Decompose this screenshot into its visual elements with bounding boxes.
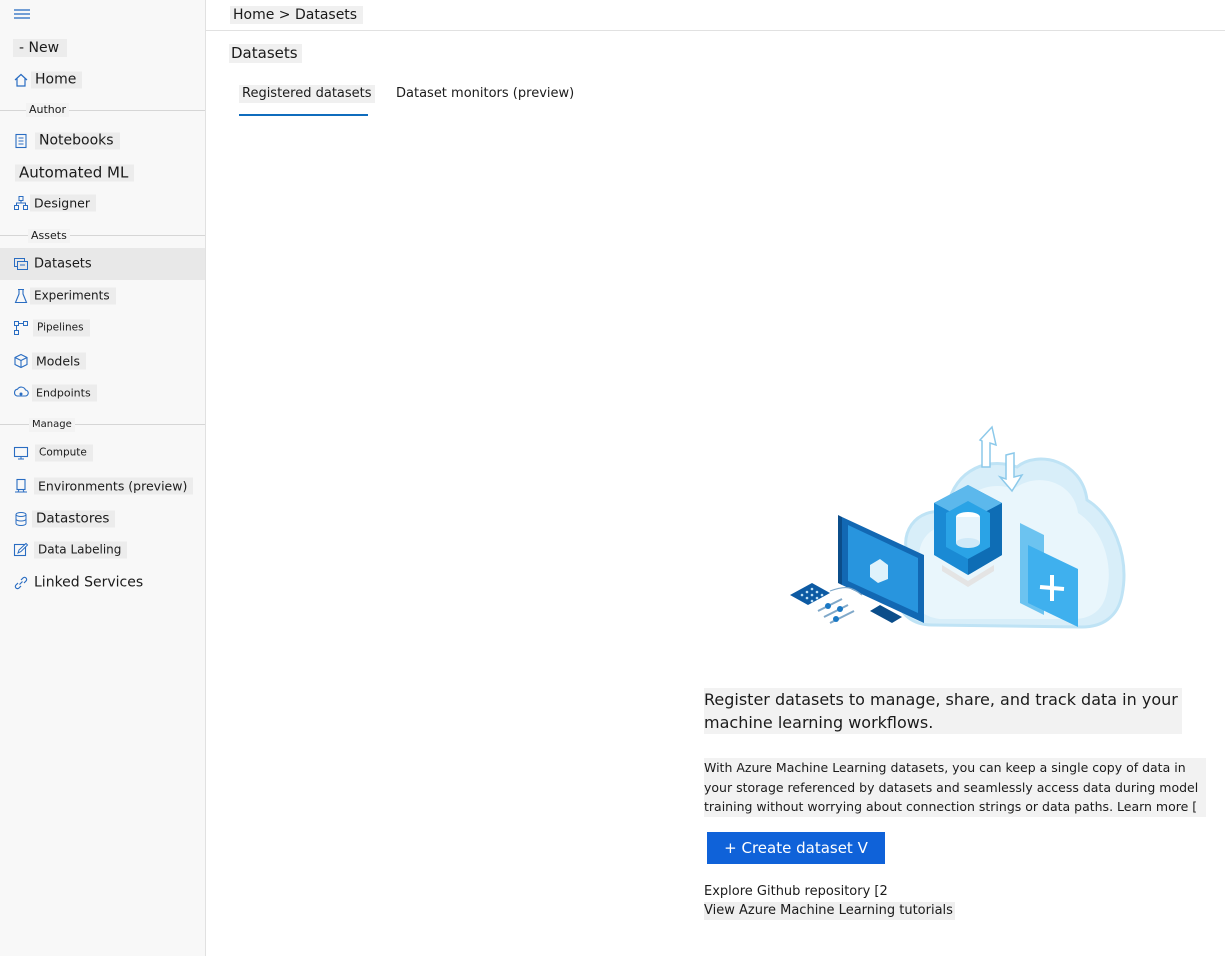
tab-dataset-monitors[interactable]: Dataset monitors (preview) bbox=[393, 85, 577, 103]
link-icon bbox=[13, 575, 29, 591]
sidebar-item-label: Pipelines bbox=[33, 319, 90, 337]
top-bar: Home > Datasets bbox=[206, 0, 1225, 31]
section-label-assets: Assets bbox=[28, 229, 70, 243]
endpoints-icon bbox=[13, 385, 29, 401]
sidebar-item-pipelines[interactable]: Pipelines bbox=[0, 313, 205, 343]
sidebar-item-label: Datasets bbox=[34, 256, 92, 272]
sidebar-item-linked-services[interactable]: Linked Services bbox=[0, 568, 205, 598]
database-icon bbox=[13, 511, 29, 527]
monitor-icon bbox=[13, 445, 29, 461]
designer-icon bbox=[13, 195, 29, 211]
sidebar-item-datastores[interactable]: Datastores bbox=[0, 504, 205, 534]
new-button[interactable]: - New bbox=[13, 39, 68, 57]
edit-icon bbox=[13, 542, 29, 558]
active-tab-indicator bbox=[239, 114, 368, 116]
sidebar-item-label: Endpoints bbox=[32, 384, 97, 402]
empty-state-headline: Register datasets to manage, share, and … bbox=[704, 688, 1182, 734]
sidebar: - New Home Author Notebooks Automated ML… bbox=[0, 0, 206, 956]
flask-icon bbox=[13, 288, 29, 304]
datasets-icon bbox=[13, 256, 29, 272]
sidebar-item-label: Environments (preview) bbox=[34, 477, 194, 495]
sidebar-item-compute[interactable]: Compute bbox=[0, 438, 205, 468]
sidebar-item-label: Compute bbox=[35, 444, 93, 462]
sidebar-item-environments[interactable]: Environments (preview) bbox=[0, 471, 205, 501]
sidebar-item-label: Designer bbox=[30, 194, 96, 212]
sidebar-item-notebooks[interactable]: Notebooks bbox=[0, 126, 205, 156]
sidebar-item-label: Automated ML bbox=[15, 164, 135, 182]
breadcrumb[interactable]: Home > Datasets bbox=[230, 6, 364, 24]
sidebar-item-label: Models bbox=[32, 352, 87, 370]
sidebar-item-label: Home bbox=[31, 71, 83, 89]
section-label-manage: Manage bbox=[29, 418, 75, 432]
create-dataset-button[interactable]: + Create dataset V bbox=[707, 832, 885, 864]
environment-icon bbox=[13, 478, 29, 494]
home-icon bbox=[13, 72, 29, 88]
tutorials-link[interactable]: View Azure Machine Learning tutorials bbox=[704, 902, 955, 920]
tab-registered-datasets[interactable]: Registered datasets bbox=[239, 85, 375, 103]
cube-icon bbox=[13, 353, 29, 369]
sidebar-item-label: Datastores bbox=[32, 510, 116, 528]
sidebar-item-automated-ml[interactable]: Automated ML bbox=[0, 158, 205, 188]
github-repository-link[interactable]: Explore Github repository [2 bbox=[704, 883, 888, 901]
empty-state-illustration bbox=[782, 405, 1132, 635]
sidebar-item-datasets[interactable]: Datasets bbox=[0, 248, 205, 280]
sidebar-item-experiments[interactable]: Experiments bbox=[0, 281, 205, 311]
sidebar-item-label: Linked Services bbox=[34, 574, 144, 591]
sidebar-item-models[interactable]: Models bbox=[0, 346, 205, 376]
section-label-author: Author bbox=[26, 103, 70, 117]
sidebar-item-label: Data Labeling bbox=[34, 541, 128, 559]
page-title: Datasets bbox=[229, 44, 302, 63]
sidebar-item-label: Notebooks bbox=[35, 132, 120, 150]
notebook-icon bbox=[13, 133, 29, 149]
empty-state-description: With Azure Machine Learning datasets, yo… bbox=[704, 758, 1206, 817]
sidebar-item-data-labeling[interactable]: Data Labeling bbox=[0, 535, 205, 565]
sidebar-item-designer[interactable]: Designer bbox=[0, 188, 205, 218]
sidebar-item-endpoints[interactable]: Endpoints bbox=[0, 378, 205, 408]
sidebar-item-label: Experiments bbox=[30, 287, 116, 305]
sidebar-item-home[interactable]: Home bbox=[0, 65, 205, 95]
pipelines-icon bbox=[13, 320, 29, 336]
hamburger-menu-icon[interactable] bbox=[13, 6, 31, 26]
